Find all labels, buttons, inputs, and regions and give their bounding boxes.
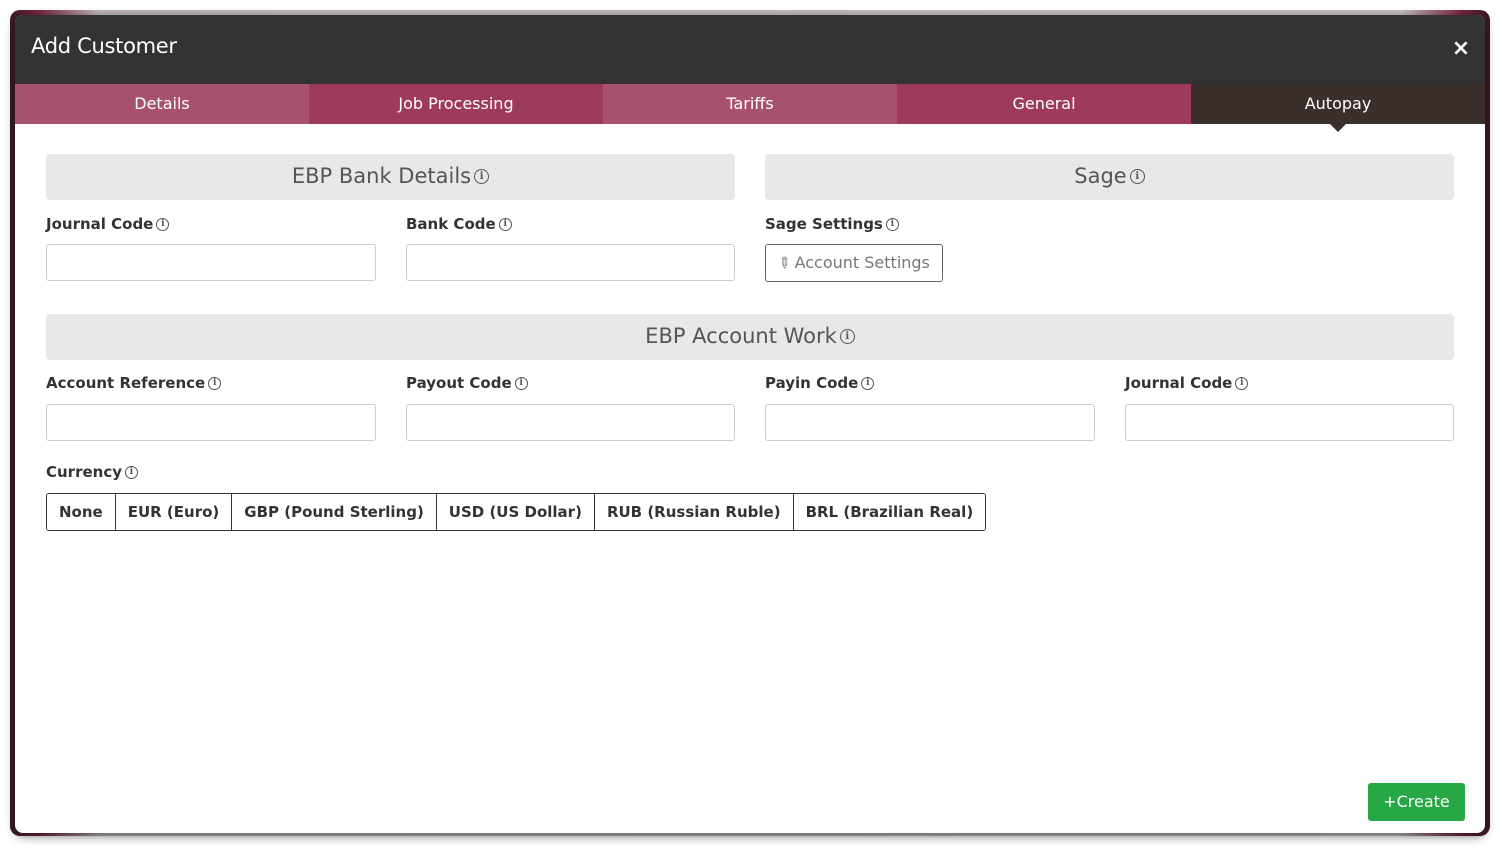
info-icon[interactable]: i xyxy=(839,328,855,344)
sage-header: Sage i xyxy=(765,154,1454,200)
info-icon[interactable]: i xyxy=(125,466,139,479)
tab-autopay[interactable]: Autopay xyxy=(1191,84,1485,132)
currency-option-brl[interactable]: BRL (Brazilian Real) xyxy=(793,494,986,530)
tab-bar: Details Job Processing Tariffs General A… xyxy=(15,84,1485,132)
ebp-bank-details-header: EBP Bank Details i xyxy=(46,154,735,200)
payout-code-input[interactable] xyxy=(406,404,735,441)
info-icon[interactable]: i xyxy=(156,218,170,231)
modal-title: Add Customer xyxy=(31,34,177,58)
bank-code-input[interactable] xyxy=(406,244,735,281)
ebp-bank-details-title: EBP Bank Details xyxy=(291,164,472,188)
sage-settings-label: Sage Settings i xyxy=(765,215,899,233)
account-settings-button[interactable]: ✎Account Settings xyxy=(765,244,943,282)
bank-code-label: Bank Code i xyxy=(406,215,512,233)
sage-title: Sage xyxy=(1074,164,1127,188)
info-icon[interactable]: i xyxy=(885,218,899,231)
add-customer-modal: Add Customer × Details Job Processing Ta… xyxy=(15,15,1485,833)
info-icon[interactable]: i xyxy=(208,377,222,390)
info-icon[interactable]: i xyxy=(1235,377,1249,390)
tab-general[interactable]: General xyxy=(897,84,1191,124)
payout-code-label: Payout Code i xyxy=(406,374,528,392)
plus-icon: + xyxy=(1383,792,1397,811)
currency-option-none[interactable]: None xyxy=(47,494,116,530)
payin-code-label-text: Payin Code xyxy=(765,374,859,392)
tab-job-processing[interactable]: Job Processing xyxy=(309,84,603,124)
journal-code-input[interactable] xyxy=(46,244,376,281)
account-journal-code-input[interactable] xyxy=(1125,404,1454,441)
currency-label-text: Currency xyxy=(46,463,123,481)
create-button[interactable]: +Create xyxy=(1368,783,1465,821)
bank-code-label-text: Bank Code xyxy=(406,215,496,233)
ebp-account-work-header: EBP Account Work i xyxy=(46,314,1454,360)
create-button-label: Create xyxy=(1396,792,1450,811)
account-reference-input[interactable] xyxy=(46,404,376,441)
journal-code-label: Journal Code i xyxy=(46,215,170,233)
info-icon[interactable]: i xyxy=(514,377,528,390)
sage-settings-label-text: Sage Settings xyxy=(765,215,883,233)
info-icon[interactable]: i xyxy=(498,218,512,231)
currency-option-usd[interactable]: USD (US Dollar) xyxy=(436,494,595,530)
account-reference-label-text: Account Reference xyxy=(46,374,206,392)
currency-option-gbp[interactable]: GBP (Pound Sterling) xyxy=(232,494,437,530)
ebp-account-work-title: EBP Account Work xyxy=(645,324,837,348)
account-reference-label: Account Reference i xyxy=(46,374,222,392)
account-journal-code-label: Journal Code i xyxy=(1125,374,1249,392)
journal-code-label-text: Journal Code xyxy=(46,215,154,233)
account-journal-code-label-text: Journal Code xyxy=(1125,374,1233,392)
payout-code-label-text: Payout Code xyxy=(406,374,512,392)
currency-button-group: None EUR (Euro) GBP (Pound Sterling) USD… xyxy=(46,493,987,531)
info-icon[interactable]: i xyxy=(474,168,490,184)
currency-label: Currency i xyxy=(46,463,139,481)
info-icon[interactable]: i xyxy=(1129,168,1145,184)
tab-tariffs[interactable]: Tariffs xyxy=(603,84,897,124)
tab-details[interactable]: Details xyxy=(15,84,309,124)
payin-code-input[interactable] xyxy=(765,404,1095,441)
account-settings-label: Account Settings xyxy=(794,253,930,272)
currency-option-rub[interactable]: RUB (Russian Ruble) xyxy=(594,494,794,530)
info-icon[interactable]: i xyxy=(861,377,875,390)
currency-option-eur[interactable]: EUR (Euro) xyxy=(115,494,233,530)
close-icon[interactable]: × xyxy=(1451,37,1471,61)
payin-code-label: Payin Code i xyxy=(765,374,875,392)
modal-header: Add Customer × xyxy=(15,15,1485,84)
